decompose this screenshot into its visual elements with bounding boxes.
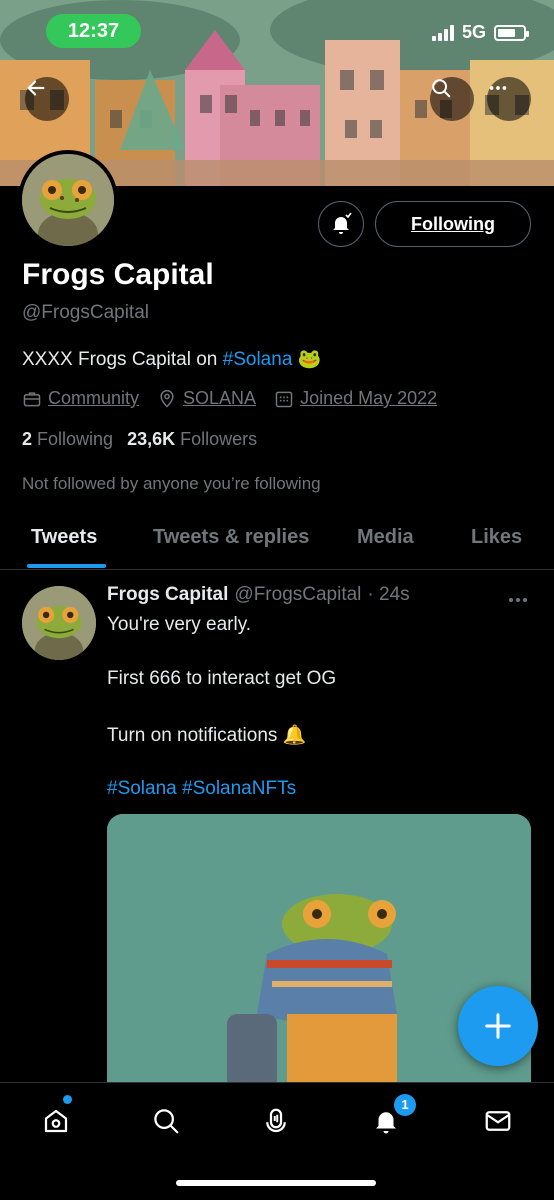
- home-indicator: [176, 1180, 376, 1186]
- more-icon: [509, 598, 527, 602]
- tweet-author-avatar[interactable]: [22, 586, 96, 660]
- followers-label: Followers: [180, 429, 258, 449]
- back-arrow-icon: [27, 80, 45, 96]
- joined-label[interactable]: Joined May 2022: [300, 388, 437, 409]
- not-followed-notice: Not followed by anyone you’re following: [22, 474, 321, 493]
- profile-tabs: Tweets Tweets & replies Media Likes: [0, 508, 554, 570]
- status-indicators: 5G: [431, 22, 529, 43]
- nav-spaces[interactable]: [256, 1101, 296, 1141]
- frog-avatar-image: [22, 154, 114, 246]
- profile-bio: XXXX Frogs Capital on #Solana 🐸: [22, 347, 321, 371]
- status-time: 12:37: [46, 14, 141, 48]
- tweet-hashtags[interactable]: #Solana #SolanaNFTs: [107, 778, 296, 800]
- compose-tweet-button[interactable]: [458, 986, 538, 1066]
- tweet-more-button[interactable]: [508, 586, 528, 609]
- following-count-link[interactable]: 2 Following: [22, 429, 113, 450]
- search-button[interactable]: [430, 77, 474, 121]
- calendar-icon: [275, 391, 293, 407]
- location-label[interactable]: SOLANA: [183, 388, 256, 409]
- network-label: 5G: [461, 22, 486, 42]
- spaces-icon: [266, 1108, 286, 1133]
- profile-name: Frogs Capital: [22, 258, 214, 291]
- more-icon: [489, 86, 507, 90]
- tweet-text-line-1: You're very early.: [107, 614, 252, 635]
- explore-search-icon: [154, 1109, 179, 1134]
- following-label: Following: [37, 429, 114, 449]
- followers-count-link[interactable]: 23,6K Followers: [127, 429, 257, 450]
- home-icon: [44, 1109, 68, 1133]
- category-label[interactable]: Community: [48, 388, 139, 409]
- search-icon: [432, 79, 451, 98]
- tab-likes[interactable]: Likes: [471, 526, 522, 549]
- tweet-author-handle[interactable]: @FrogsCapital: [234, 584, 361, 606]
- battery-icon: [494, 24, 529, 41]
- bio-text: XXXX Frogs Capital on: [22, 349, 223, 370]
- joined-item[interactable]: Joined May 2022: [274, 388, 437, 409]
- followers-count: 23,6K: [127, 429, 176, 449]
- location-item[interactable]: SOLANA: [157, 388, 256, 409]
- tab-tweets-replies[interactable]: Tweets & replies: [153, 526, 309, 549]
- bio-hashtag-link[interactable]: #Solana: [223, 349, 293, 370]
- notifications-badge: 1: [394, 1094, 416, 1116]
- nav-home[interactable]: [36, 1101, 76, 1141]
- nav-explore[interactable]: [146, 1101, 186, 1141]
- briefcase-icon: [23, 391, 41, 406]
- nav-messages[interactable]: [478, 1101, 518, 1141]
- home-new-dot: [63, 1095, 72, 1104]
- tweet-text-line-2: First 666 to interact get OG: [107, 668, 337, 689]
- tweet-text-line-3: Turn on notifications 🔔: [107, 725, 307, 746]
- messages-mail-icon: [485, 1111, 511, 1131]
- compose-plus-icon: [485, 1013, 511, 1039]
- tab-tweets[interactable]: Tweets: [31, 526, 97, 549]
- notifications-toggle-button[interactable]: [318, 201, 364, 247]
- bell-notification-icon: [333, 212, 352, 234]
- active-tab-indicator: [27, 564, 106, 568]
- follow-counts: 2 Following 23,6K Followers: [22, 429, 257, 450]
- location-pin-icon: [160, 389, 174, 408]
- profile-handle: @FrogsCapital: [22, 302, 149, 323]
- signal-icon: [431, 24, 454, 41]
- frog-emoji: 🐸: [297, 349, 322, 370]
- profile-avatar[interactable]: [18, 150, 118, 250]
- more-options-button[interactable]: [487, 77, 531, 121]
- following-button[interactable]: Following: [375, 201, 531, 247]
- tweet-time: · 24s: [367, 584, 410, 605]
- back-button[interactable]: [25, 77, 69, 121]
- category-item[interactable]: Community: [22, 388, 139, 409]
- frog-avatar-image: [22, 586, 96, 660]
- following-count: 2: [22, 429, 33, 449]
- profile-meta: Community SOLANA Joined May 2022: [22, 388, 437, 409]
- tweet-header: Frogs Capital @FrogsCapital · 24s: [107, 584, 410, 606]
- tweet-author-name[interactable]: Frogs Capital: [107, 584, 228, 606]
- tab-media[interactable]: Media: [357, 526, 414, 549]
